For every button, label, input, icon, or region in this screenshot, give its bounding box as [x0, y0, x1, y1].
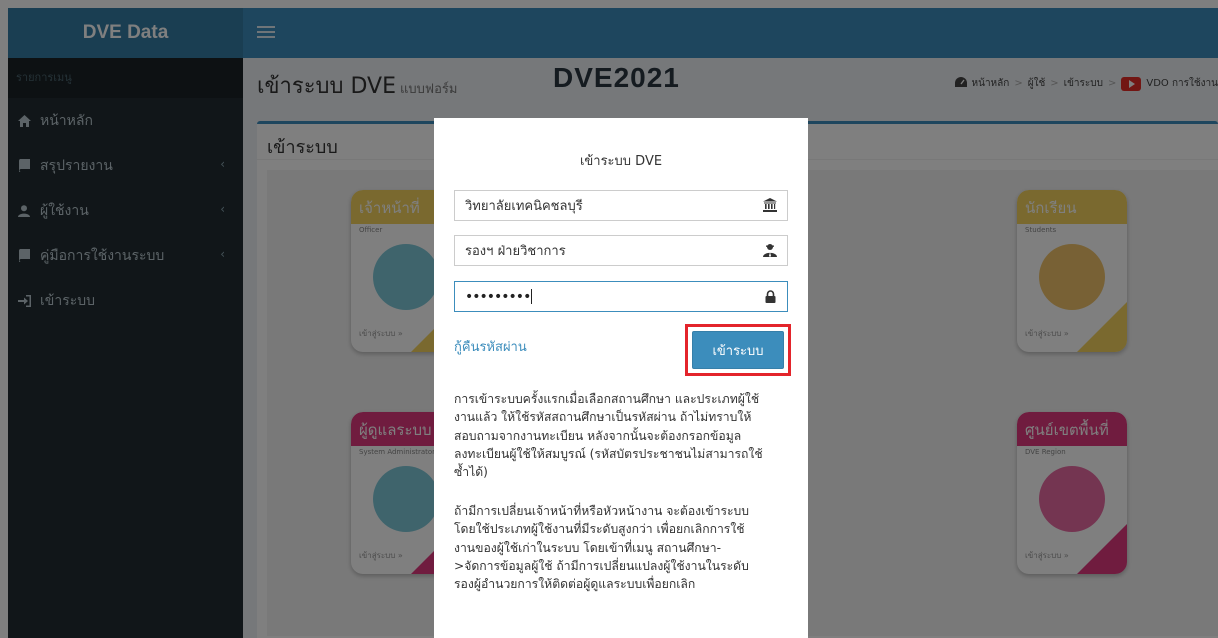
note-line: ลงทะเบียนผู้ใช้ให้สมบูรณ์ (รหัสบัตรประชา…	[454, 446, 763, 461]
change-staff-note: ถ้ามีการเปลี่ยนเจ้าหน้าที่หรือหัวหน้างาน…	[454, 502, 794, 593]
forgot-password-link[interactable]: กู้คืนรหัสผ่าน	[454, 336, 527, 357]
note-line: งานของผู้ใช้เก่าในระบบ โดยเข้าที่เมนู สถ…	[454, 540, 721, 555]
note-line: >จัดการข้อมูลผู้ใช้ ถ้ามีการเปลี่ยนแปลงผ…	[454, 558, 749, 573]
login-button[interactable]: เข้าระบบ	[692, 331, 784, 369]
login-modal: เข้าระบบ DVE วิทยาลัยเทคนิคชลบุรี รองฯ ฝ…	[434, 118, 808, 638]
college-select[interactable]: วิทยาลัยเทคนิคชลบุรี	[454, 190, 788, 221]
note-line: รองผู้อำนวยการให้ติดต่อผู้ดูแลระบบเพื่อย…	[454, 577, 696, 592]
modal-title: เข้าระบบ DVE	[579, 154, 663, 169]
note-line: โดยใช้ประเภทผู้ใช้งานที่มีระดับสูงกว่า เ…	[454, 522, 745, 537]
college-select-value: วิทยาลัยเทคนิคชลบุรี	[465, 199, 583, 214]
role-select[interactable]: รองฯ ฝ่ายวิชาการ	[454, 235, 788, 266]
institution-icon	[763, 198, 777, 212]
note-line: งานแล้ว ให้ใช้รหัสสถานศึกษาเป็นรหัสผ่าน …	[454, 410, 752, 425]
lock-icon	[763, 289, 777, 303]
note-line: การเข้าระบบครั้งแรกเมื่อเลือกสถานศึกษา แ…	[454, 392, 760, 406]
first-login-note: การเข้าระบบครั้งแรกเมื่อเลือกสถานศึกษา แ…	[454, 390, 794, 481]
note-line: สอบถามจากงานทะเบียน หลังจากนั้นจะต้องกรอ…	[454, 428, 742, 443]
role-select-value: รองฯ ฝ่ายวิชาการ	[465, 244, 566, 259]
password-field[interactable]: •••••••••	[454, 281, 788, 312]
user-secret-icon	[763, 243, 777, 257]
note-line: ซ้ำได้)	[454, 465, 488, 480]
password-value: •••••••••	[465, 288, 531, 305]
login-button-highlight: เข้าระบบ	[685, 324, 791, 376]
note-line: ถ้ามีการเปลี่ยนเจ้าหน้าที่หรือหัวหน้างาน…	[454, 504, 750, 518]
text-cursor	[531, 289, 533, 304]
